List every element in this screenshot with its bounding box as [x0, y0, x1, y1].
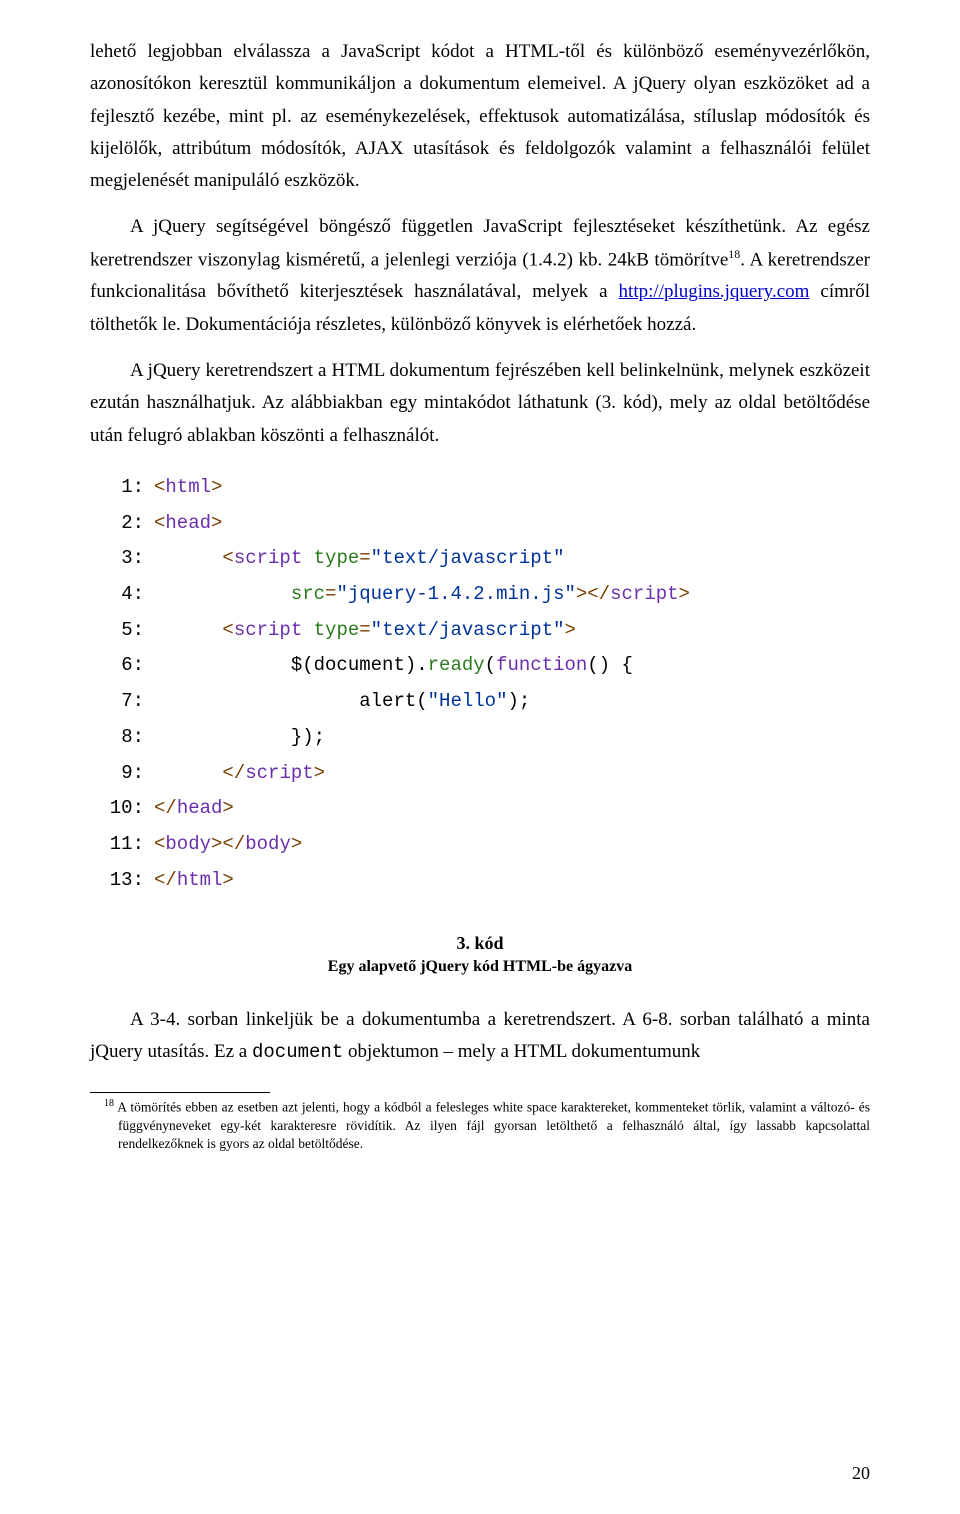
code-line-2: 2:<head> — [90, 506, 870, 542]
line-number: 6: — [90, 648, 154, 684]
tok: $(document). — [291, 648, 428, 684]
line-number: 7: — [90, 684, 154, 720]
line-number: 13: — [90, 863, 154, 899]
page-number: 20 — [852, 1463, 870, 1484]
line-number: 11: — [90, 827, 154, 863]
code-line-3: 3: <script type="text/javascript" — [90, 541, 870, 577]
code-line-1: 1:<html> — [90, 470, 870, 506]
line-number: 10: — [90, 791, 154, 827]
tok: > — [679, 577, 690, 613]
code-caption: 3. kód Egy alapvető jQuery kód HTML-be á… — [90, 933, 870, 976]
tok: > — [565, 613, 576, 649]
paragraph-4: A 3-4. sorban linkeljük be a dokumentumb… — [90, 1004, 870, 1069]
line-number: 4: — [90, 577, 154, 613]
tok: body — [245, 827, 291, 863]
tok: head — [177, 791, 223, 827]
code-listing-3: 1:<html> 2:<head> 3: <script type="text/… — [90, 470, 870, 899]
tok: type — [314, 613, 360, 649]
footnote-separator — [90, 1092, 270, 1093]
code-line-6: 6: $(document).ready(function() { — [90, 648, 870, 684]
tok: type — [314, 541, 360, 577]
tok: < — [154, 827, 165, 863]
line-number: 9: — [90, 756, 154, 792]
tok: < — [154, 470, 165, 506]
code-line-11: 11:<body></body> — [90, 827, 870, 863]
tok: ready — [428, 648, 485, 684]
footnote-text: A tömörítés ebben az esetben azt jelenti… — [114, 1100, 870, 1151]
caption-subtitle: Egy alapvető jQuery kód HTML-be ágyazva — [90, 958, 870, 976]
line-number: 3: — [90, 541, 154, 577]
tok: script — [610, 577, 678, 613]
line-number: 1: — [90, 470, 154, 506]
line-number: 8: — [90, 720, 154, 756]
paragraph-4b: objektumon – mely a HTML dokumentumunk — [343, 1041, 700, 1062]
footnote-18: 18 A tömörítés ebben az esetben azt jele… — [118, 1097, 870, 1153]
tok: html — [177, 863, 223, 899]
tok: > — [211, 506, 222, 542]
paragraph-1: lehető legjobban elválassza a JavaScript… — [90, 36, 870, 197]
tok: > — [291, 827, 302, 863]
tok: html — [165, 470, 211, 506]
tok: </ — [154, 863, 177, 899]
paragraph-3: A jQuery keretrendszert a HTML dokumentu… — [90, 355, 870, 452]
tok: body — [165, 827, 211, 863]
tok: ( — [485, 648, 496, 684]
tok: > — [211, 470, 222, 506]
tok: src — [291, 577, 325, 613]
inline-code-document: document — [252, 1041, 343, 1063]
plugins-link[interactable]: http://plugins.jquery.com — [619, 281, 810, 302]
tok: </ — [154, 791, 177, 827]
tok: "Hello" — [428, 684, 508, 720]
line-number: 5: — [90, 613, 154, 649]
code-line-8: 8: }); — [90, 720, 870, 756]
tok: () { — [587, 648, 633, 684]
tok: "text/javascript" — [371, 613, 565, 649]
page: lehető legjobban elválassza a JavaScript… — [0, 0, 960, 1514]
tok: script — [245, 756, 313, 792]
tok: < — [222, 541, 233, 577]
code-line-5: 5: <script type="text/javascript"> — [90, 613, 870, 649]
tok: </ — [222, 756, 245, 792]
code-line-7: 7: alert("Hello"); — [90, 684, 870, 720]
code-line-10: 10:</head> — [90, 791, 870, 827]
tok: ></ — [576, 577, 610, 613]
code-line-9: 9: </script> — [90, 756, 870, 792]
tok: > — [222, 791, 233, 827]
tok: ); — [507, 684, 530, 720]
tok: }); — [291, 720, 325, 756]
tok: script — [234, 613, 314, 649]
footnote-ref-18: 18 — [728, 247, 740, 261]
tok: "jquery-1.4.2.min.js" — [336, 577, 575, 613]
tok: > — [314, 756, 325, 792]
tok: < — [222, 613, 233, 649]
tok: "text/javascript" — [371, 541, 565, 577]
code-line-4: 4: src="jquery-1.4.2.min.js"></script> — [90, 577, 870, 613]
tok: head — [165, 506, 211, 542]
line-number: 2: — [90, 506, 154, 542]
tok: alert( — [359, 684, 427, 720]
tok: function — [496, 648, 587, 684]
tok: < — [154, 506, 165, 542]
paragraph-2: A jQuery segítségével böngésző független… — [90, 211, 870, 341]
tok: > — [222, 863, 233, 899]
tok: ></ — [211, 827, 245, 863]
tok: = — [359, 541, 370, 577]
caption-title: 3. kód — [90, 933, 870, 954]
tok: = — [325, 577, 336, 613]
code-line-13: 13:</html> — [90, 863, 870, 899]
footnote-number: 18 — [104, 1098, 114, 1109]
tok: = — [359, 613, 370, 649]
tok: script — [234, 541, 314, 577]
